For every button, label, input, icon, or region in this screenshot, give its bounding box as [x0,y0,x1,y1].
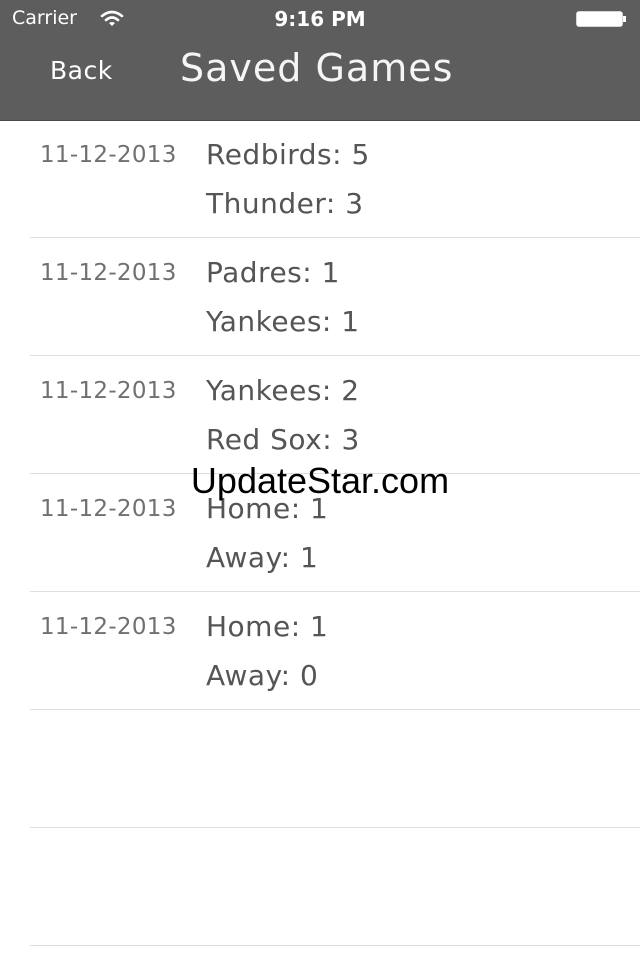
game-score-team1: Redbirds: 5 [206,138,370,171]
saved-games-list: 11-12-2013 Redbirds: 5 Thunder: 3 11-12-… [0,120,640,946]
game-date: 11-12-2013 [40,614,177,640]
back-button[interactable]: Back [50,56,113,85]
game-row[interactable]: 11-12-2013 Home: 1 Away: 0 [30,592,640,710]
battery-icon [576,11,628,27]
empty-row [30,828,640,946]
empty-row [30,710,640,828]
game-score-team1: Yankees: 2 [206,374,360,407]
game-score-team2: Away: 1 [206,541,319,574]
game-row[interactable]: 11-12-2013 Padres: 1 Yankees: 1 [30,238,640,356]
page-title: Saved Games [180,46,454,90]
game-score-team1: Padres: 1 [206,256,340,289]
game-row[interactable]: 11-12-2013 Yankees: 2 Red Sox: 3 [30,356,640,474]
game-date: 11-12-2013 [40,142,177,168]
game-date: 11-12-2013 [40,260,177,286]
game-score-team1: Home: 1 [206,610,329,643]
game-score-team2: Red Sox: 3 [206,423,360,456]
game-row[interactable]: 11-12-2013 Redbirds: 5 Thunder: 3 [30,120,640,238]
game-date: 11-12-2013 [40,378,177,404]
game-score-team2: Away: 0 [206,659,319,692]
game-score-team2: Yankees: 1 [206,305,360,338]
watermark-text: UpdateStar.com [190,460,450,501]
status-bar: Carrier 9:16 PM [0,0,640,40]
navigation-bar: Back Saved Games [0,40,640,121]
game-score-team2: Thunder: 3 [206,187,364,220]
status-time: 9:16 PM [274,7,366,31]
